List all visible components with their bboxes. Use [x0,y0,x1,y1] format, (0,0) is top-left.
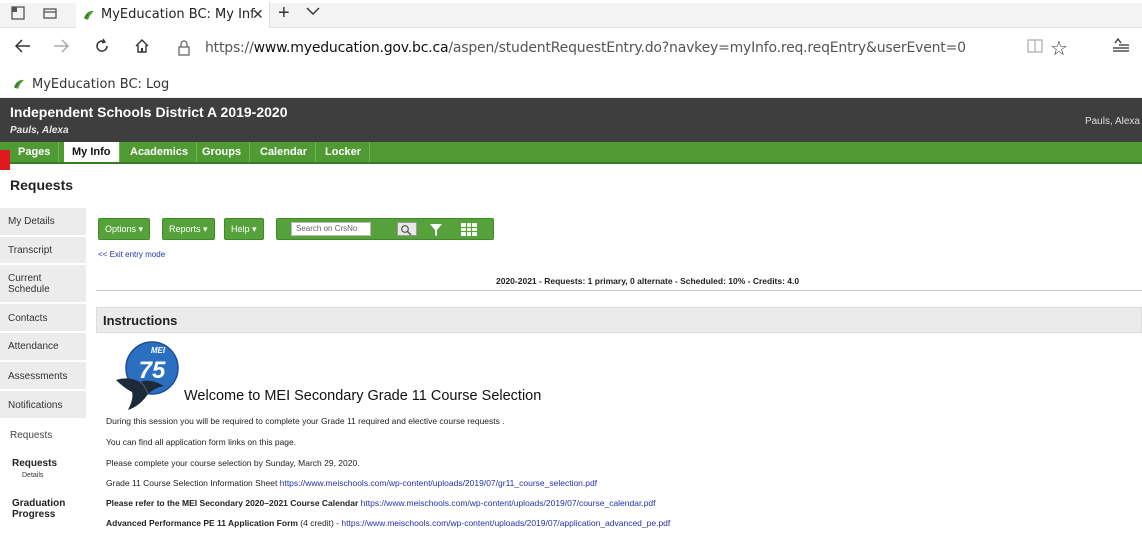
favorite-link[interactable]: MyEducation BC: Log [32,77,169,92]
tab-locker[interactable]: Locker [317,142,371,162]
sidebar-item-current-schedule[interactable]: Current Schedule [0,265,86,303]
address-bar: https://www.myeducation.gov.bc.ca/aspen/… [0,28,1142,70]
close-tab-icon[interactable]: ✕ [252,6,264,23]
browser-tab-bar: MyEducation BC: My Inf ✕ + [0,0,1142,28]
filter-icon[interactable] [429,223,443,237]
tab-actions-icon[interactable] [10,6,26,22]
new-tab-button[interactable]: + [278,2,290,24]
side-nav: My Details Transcript Current Schedule Co… [0,208,86,540]
request-summary: 2020-2021 - Requests: 1 primary, 0 alter… [96,271,1142,291]
instruction-line: You can find all application form links … [106,437,297,447]
hub-icon[interactable] [1112,37,1130,59]
chevron-down-icon[interactable] [306,5,320,19]
search-icon [401,225,412,236]
search-input[interactable]: Search on CrsNo [291,222,371,236]
tab-title: MyEducation BC: My Inf [101,7,255,22]
tab-academics[interactable]: Academics [122,142,198,162]
sidebar-item-requests-details[interactable]: Details [22,472,43,479]
logo-small-text: MEI [151,346,166,355]
exit-entry-mode-link[interactable]: << Exit entry mode [98,250,165,259]
tab-preview-icon[interactable] [42,6,58,22]
lock-icon [178,40,190,56]
logo-number: 75 [139,357,166,384]
forward-icon[interactable] [52,37,70,59]
page-title: Requests [10,177,74,193]
sidebar-item-requests[interactable]: Requests [12,458,57,469]
url-text: https://www.myeducation.gov.bc.ca/aspen/… [205,40,966,56]
sidebar-item-contacts[interactable]: Contacts [0,304,86,332]
search-group: Search on CrsNo [276,218,494,240]
sidebar-item-transcript[interactable]: Transcript [0,237,86,264]
instruction-line: Please refer to the MEI Secondary 2020–2… [106,498,656,508]
course-selection-sheet-link[interactable]: https://www.meischools.com/wp-content/up… [280,478,597,488]
mei-75-logo: 75 MEI [116,341,179,410]
user-name: Pauls, Alexa [10,125,69,136]
browser-tab-active[interactable]: MyEducation BC: My Inf ✕ [76,2,270,28]
help-button[interactable]: Help ▾ [224,218,264,240]
url-field[interactable]: https://www.myeducation.gov.bc.ca/aspen/… [175,35,1075,63]
red-marker [0,150,10,170]
instruction-line: Advanced Performance PE 11 Application F… [106,518,671,528]
tab-my-info[interactable]: My Info [64,142,120,162]
favorites-bar: MyEducation BC: Log [0,70,1142,98]
column-grid-icon[interactable] [461,223,477,236]
tab-pages[interactable]: Pages [10,142,60,162]
search-button[interactable] [397,222,417,236]
summary-text: 2020-2021 - Requests: 1 primary, 0 alter… [496,276,800,286]
welcome-heading: Welcome to MEI Secondary Grade 11 Course… [184,388,542,404]
main-nav: Pages My Info Academics Groups Calendar … [0,142,1142,164]
course-calendar-link[interactable]: https://www.meischools.com/wp-content/up… [361,498,656,508]
advanced-pe-form-link[interactable]: https://www.meischools.com/wp-content/up… [341,518,670,528]
sidebar-item-attendance[interactable]: Attendance [0,333,86,361]
sidebar-item-assessments[interactable]: Assessments [0,362,86,390]
instruction-line: Grade 11 Course Selection Information Sh… [106,478,598,488]
tab-calendar[interactable]: Calendar [252,142,317,162]
user-menu[interactable]: Pauls, Alexa [1085,116,1140,127]
instructions-title: Instructions [103,313,178,328]
sidebar-section-label: Requests [10,430,53,441]
sidebar-item-graduation-progress[interactable]: Progress [12,509,55,520]
tab-groups[interactable]: Groups [194,142,251,162]
sidebar-item-graduation[interactable]: Graduation [12,498,65,509]
instructions-header: Instructions [96,307,1142,333]
sidebar-item-notifications[interactable]: Notifications [0,391,86,419]
reports-button[interactable]: Reports ▾ [162,218,215,240]
app-header: Independent Schools District A 2019-2020… [0,98,1142,142]
reading-view-icon[interactable] [1027,39,1043,57]
sidebar-item-my-details[interactable]: My Details [0,208,86,236]
refresh-icon[interactable] [94,37,110,59]
myeducation-favicon-icon [84,10,94,20]
myeducation-favicon-icon [14,79,24,89]
options-button[interactable]: Options ▾ [98,218,151,240]
back-icon[interactable] [14,37,32,59]
instruction-line: During this session you will be required… [106,416,505,426]
home-icon[interactable] [134,37,150,59]
favorite-star-icon[interactable]: ☆ [1050,36,1068,61]
instruction-line: Please complete your course selection by… [106,458,360,468]
district-title: Independent Schools District A 2019-2020 [10,104,288,120]
